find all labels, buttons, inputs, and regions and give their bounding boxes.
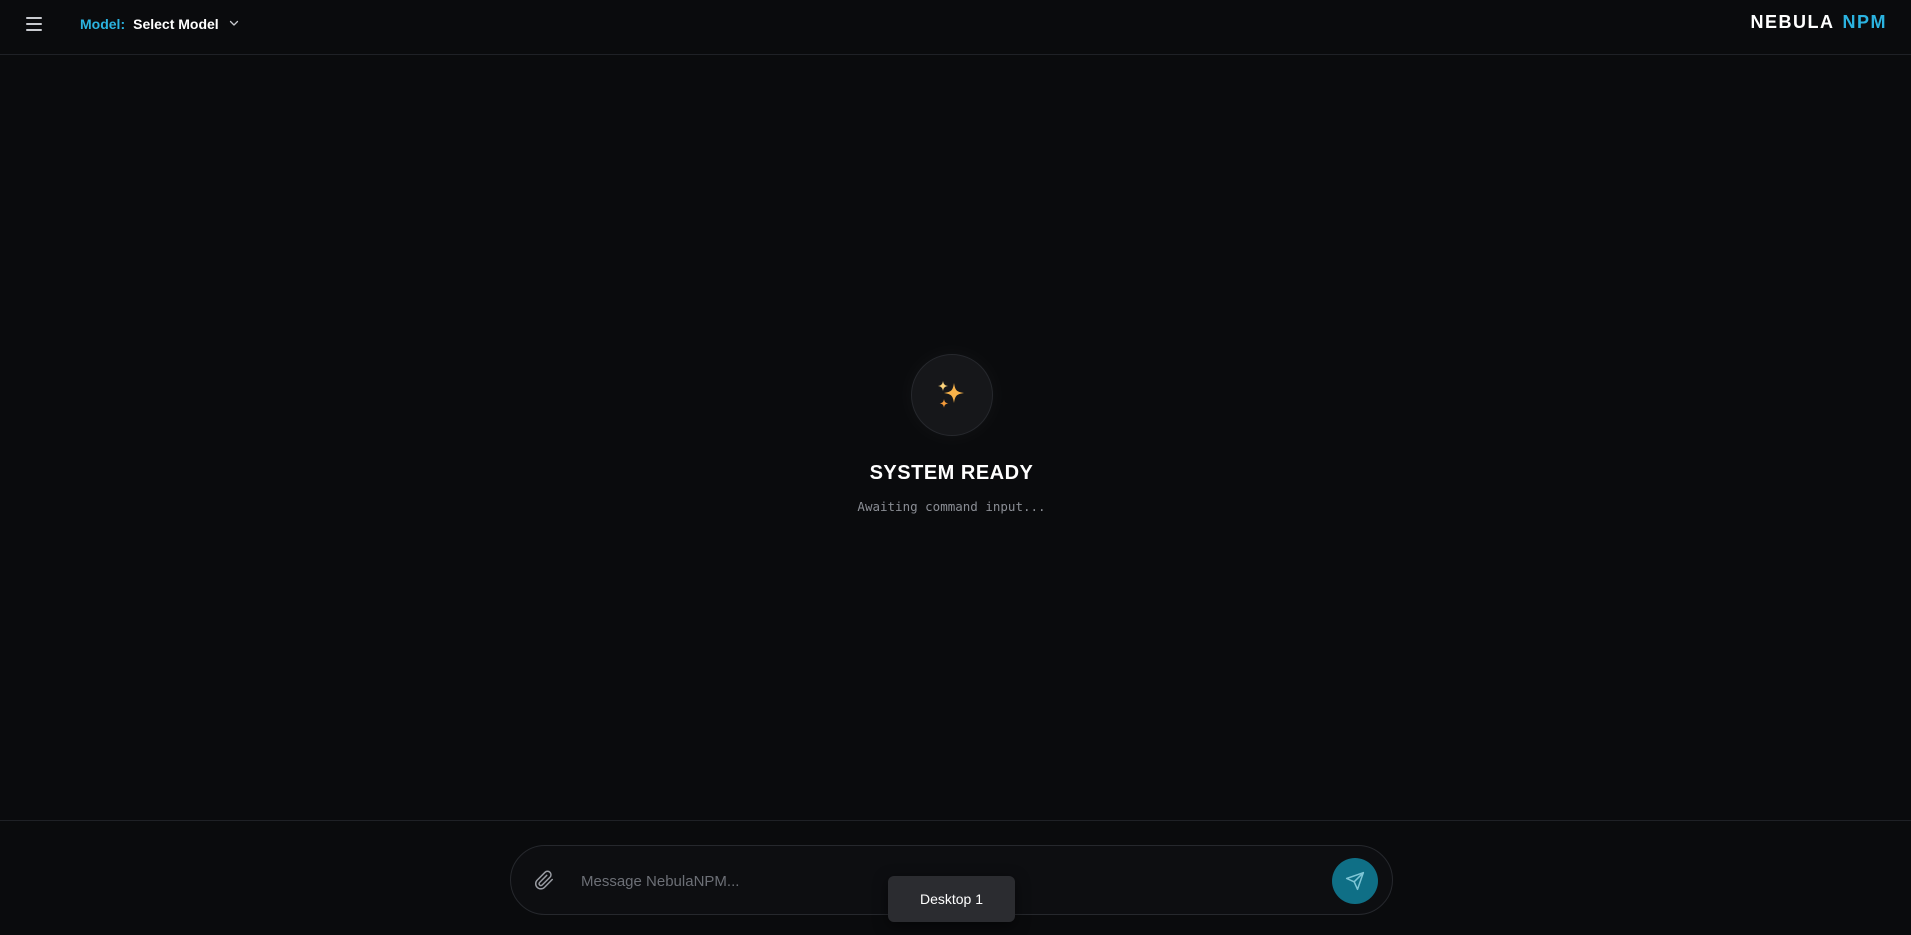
model-selector[interactable]: Model: Select Model: [80, 14, 239, 34]
send-icon: [1345, 871, 1365, 891]
brand-logo: NEBULA NPM: [1751, 12, 1888, 33]
chevron-down-icon: [229, 20, 238, 26]
hamburger-menu-icon[interactable]: [22, 14, 46, 34]
top-bar: Model: Select Model NEBULA NPM: [0, 0, 1911, 55]
brand-primary: NEBULA: [1750, 12, 1835, 32]
model-label: Model:: [80, 16, 126, 32]
app-window: Model: Select Model NEBULA NPM SYSTEM REA…: [0, 0, 1911, 935]
send-button[interactable]: [1332, 858, 1378, 904]
status-title: SYSTEM READY: [869, 462, 1034, 484]
status-subtitle: Awaiting command input...: [857, 499, 1046, 514]
desktop-toast: Desktop 1: [888, 876, 1015, 922]
model-value: Select Model: [133, 16, 219, 32]
brand-secondary: NPM: [1842, 12, 1887, 32]
menu-line: [26, 23, 42, 25]
empty-state: SYSTEM READY Awaiting command input...: [0, 354, 1903, 514]
menu-line: [26, 29, 42, 31]
sparkles-glyph: [937, 381, 964, 408]
sparkles-icon: [910, 354, 993, 436]
menu-line: [26, 17, 42, 19]
paperclip-icon[interactable]: [533, 869, 555, 891]
